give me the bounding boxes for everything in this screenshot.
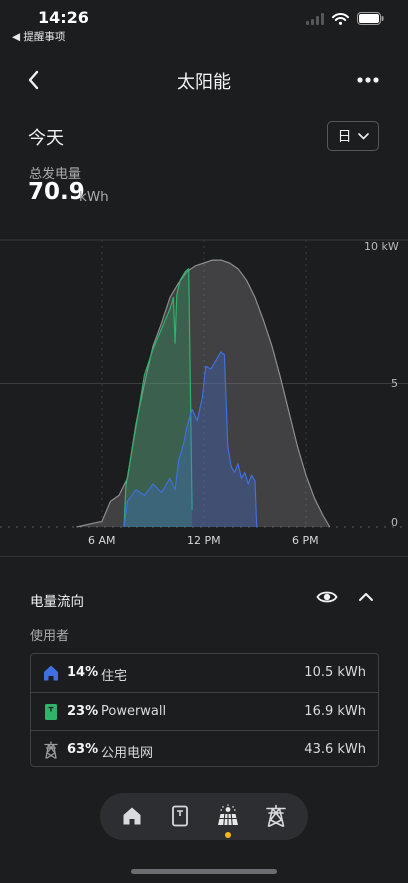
flow-name: 公用电网 [101,746,154,761]
status-time: 14:26 [38,8,89,27]
home-indicator [131,869,277,874]
flow-row-powerwall[interactable]: 23% Powerwall 16.9 kWh [31,692,378,730]
solar-power-chart[interactable]: 10 kW 5 0 6 AM 12 PM 6 PM [0,232,408,554]
grid-tower-icon [44,741,58,759]
eye-icon[interactable] [316,587,338,607]
signal-icon [306,12,324,25]
active-tab-indicator [225,832,231,838]
powerwall-icon[interactable] [168,804,192,828]
flow-row-home[interactable]: 14% 住宅 10.5 kWh [31,654,378,692]
energy-flow-list: 14% 住宅 10.5 kWh 23% Powerwall 16.9 kWh 6… [30,653,379,767]
wifi-icon [332,12,349,25]
users-label: 使用者 [30,629,70,644]
flow-percent: 63% [67,742,99,757]
chart-svg [0,239,408,528]
y-tick-label: 5 [391,377,398,390]
generation-unit: kWh [79,189,109,205]
generation-value: 70.9 [28,179,85,205]
y-tick-label: 0 [391,516,398,529]
page-title: 太阳能 [177,72,231,93]
flow-value: 10.5 kWh [304,665,366,680]
bottom-tab-bar [100,793,308,840]
x-tick-label: 6 AM [88,534,116,547]
flow-percent: 14% [67,665,99,680]
nav-bar: 太阳能 [0,60,408,100]
chevron-up-icon[interactable] [356,587,376,607]
solar-panel-icon[interactable] [216,804,240,828]
period-selector[interactable]: 日 [327,121,379,151]
status-bar: 14:26 ◀ 提醒事项 [0,0,408,46]
x-tick-label: 6 PM [292,534,319,547]
grid-tower-icon[interactable] [264,804,288,828]
battery-icon [357,12,384,25]
status-icons [306,12,384,25]
energy-flow-section: 电量流向 使用者 14% 住宅 10.5 kWh 23% Powerwall 1… [0,556,408,786]
flow-name: 住宅 [101,669,128,684]
flow-value: 43.6 kWh [304,742,366,757]
flow-row-grid[interactable]: 63% 公用电网 43.6 kWh [31,730,378,768]
chevron-down-icon [357,132,369,140]
flow-value: 16.9 kWh [304,704,366,719]
period-selector-value: 日 [337,129,352,145]
energy-flow-title: 电量流向 [30,594,84,610]
day-title: 今天 [28,128,64,149]
flow-percent: 23% [67,704,99,719]
flow-name: Powerwall [101,704,167,719]
home-icon[interactable] [120,804,144,828]
home-icon [44,665,58,681]
powerwall-icon [45,704,57,720]
more-icon[interactable] [356,70,380,90]
back-to-app-link[interactable]: ◀ 提醒事项 [12,29,65,44]
y-tick-label: 10 kW [364,240,399,253]
x-tick-label: 12 PM [187,534,221,547]
